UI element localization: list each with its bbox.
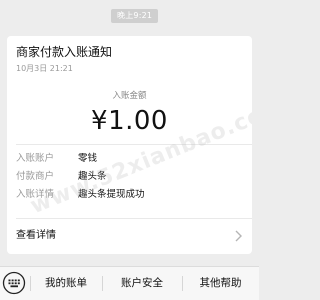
card-date: 10月3日 21:21 [16,64,73,73]
payment-notification-card[interactable]: 商家付款入账通知 10月3日 21:21 入账金额 ¥1.00 入账账户 零钱 付… [7,36,252,254]
detail-value: 零钱 [78,153,98,164]
chat-timestamp: 晚上9:21 [111,9,159,23]
card-title: 商家付款入账通知 [16,45,113,59]
detail-row-description: 入账详情 趣头条提现成功 [16,188,145,202]
amount-value: ¥1.00 [91,106,168,136]
chevron-right-icon [235,230,242,242]
menu-account-security[interactable]: 账户安全 [102,267,182,300]
divider [16,144,252,145]
detail-label: 入账详情 [16,189,55,200]
view-details-label: 查看详情 [16,230,56,241]
detail-row-merchant: 付款商户 趣头条 [16,170,107,184]
menu-my-bills[interactable]: 我的账单 [30,267,102,300]
detail-label: 入账账户 [16,153,55,164]
view-details-link[interactable]: 查看详情 [7,219,252,254]
keyboard-icon[interactable] [2,271,26,295]
detail-value: 趣头条 [78,171,107,182]
detail-label: 付款商户 [16,171,55,182]
menu-other-help[interactable]: 其他帮助 [182,267,259,300]
bottom-menu-bar: 我的账单 账户安全 其他帮助 [0,266,259,300]
detail-value: 趣头条提现成功 [78,189,145,200]
detail-row-account: 入账账户 零钱 [16,152,97,166]
amount-label: 入账金额 [112,91,147,101]
